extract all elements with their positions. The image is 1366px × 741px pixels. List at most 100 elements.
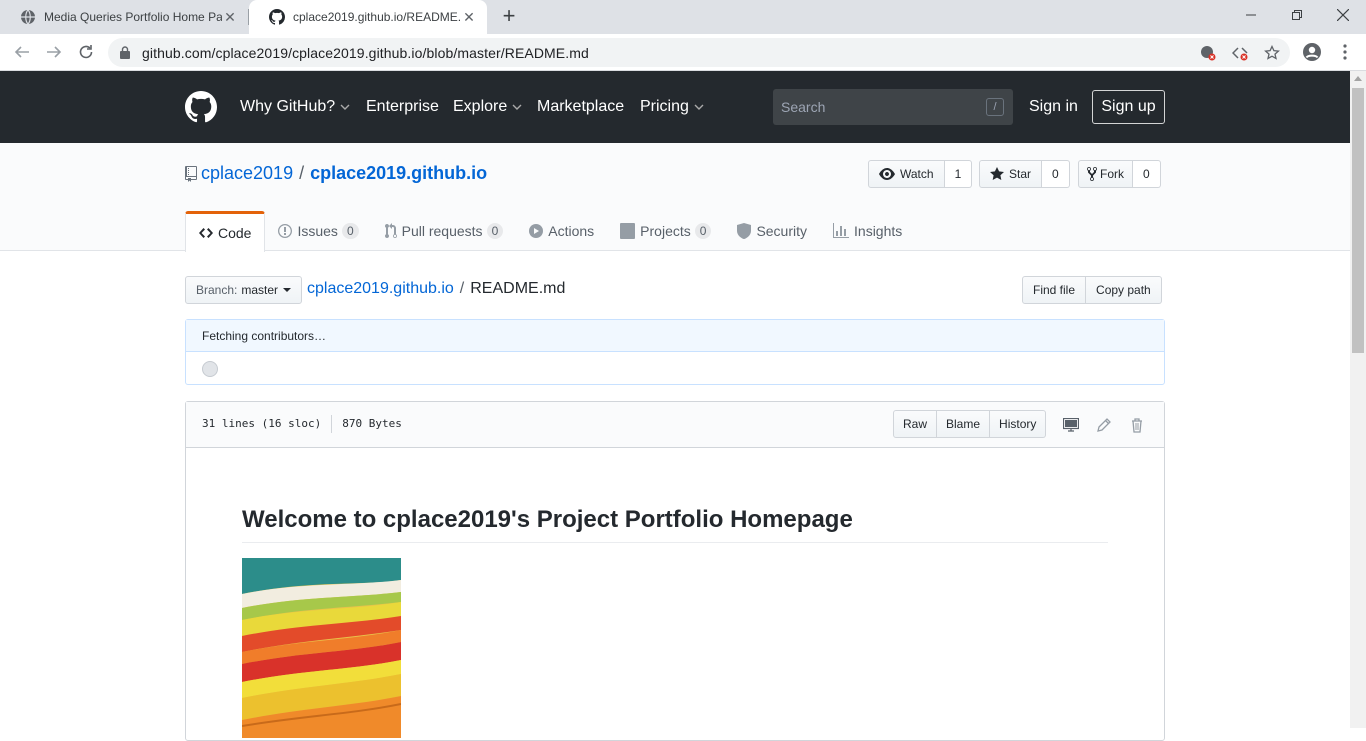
sign-up-button[interactable]: Sign up (1092, 90, 1165, 124)
tab-pull-requests[interactable]: Pull requests 0 (372, 211, 517, 251)
breadcrumb: cplace2019.github.io / README.md (307, 280, 565, 298)
blocked-cookies-icon[interactable] (1200, 45, 1216, 61)
raw-button[interactable]: Raw (893, 410, 938, 438)
address-bar[interactable]: github.com/cplace2019/cplace2019.github.… (108, 38, 1290, 67)
readme-heading: Welcome to cplace2019's Project Portfoli… (242, 506, 1108, 543)
bookmark-star-icon[interactable] (1264, 45, 1280, 61)
scrollbar-thumb[interactable] (1352, 88, 1364, 353)
github-icon (269, 9, 285, 25)
issue-icon (278, 224, 293, 238)
tab-label: Security (756, 223, 808, 239)
star-icon (990, 167, 1004, 180)
eye-icon (879, 168, 895, 180)
restore-icon[interactable] (1274, 0, 1320, 30)
repo-name-link[interactable]: cplace2019.github.io (310, 163, 487, 184)
star-group: Star 0 (979, 160, 1070, 188)
watch-count[interactable]: 1 (944, 160, 973, 188)
search-hotkey-badge: / (986, 98, 1004, 116)
chevron-down-icon (694, 104, 704, 110)
nav-explore[interactable]: Explore (453, 98, 522, 116)
tab-label: Projects (640, 223, 691, 239)
window-close-icon[interactable] (1320, 0, 1366, 30)
branch-name: master (241, 283, 279, 297)
tab-projects[interactable]: Projects 0 (607, 211, 724, 251)
nav-pricing[interactable]: Pricing (640, 98, 704, 116)
nav-why-github[interactable]: Why GitHub? (240, 98, 350, 116)
repo-nav: Code Issues 0 Pull requests 0 Actions Pr… (185, 211, 915, 252)
fork-button[interactable]: Fork (1078, 160, 1133, 188)
breadcrumb-file: README.md (470, 280, 566, 297)
star-button[interactable]: Star (979, 160, 1043, 188)
issues-counter: 0 (341, 223, 359, 239)
copy-path-button[interactable]: Copy path (1086, 276, 1162, 304)
reload-icon[interactable] (76, 42, 96, 62)
tab-label: Pull requests (401, 223, 483, 239)
page-scrollbar[interactable] (1350, 71, 1366, 728)
browser-tab-readme[interactable]: cplace2019.github.io/README.m ✕ (249, 0, 487, 34)
pulls-counter: 0 (486, 223, 504, 239)
stacked-paper-image (242, 558, 401, 738)
nav-marketplace[interactable]: Marketplace (537, 98, 624, 116)
close-icon[interactable]: ✕ (222, 9, 238, 25)
pencil-icon[interactable] (1095, 416, 1113, 434)
trash-icon[interactable] (1128, 416, 1146, 434)
sign-in-link[interactable]: Sign in (1029, 98, 1078, 116)
blame-button[interactable]: Blame (937, 410, 991, 438)
chevron-down-icon (512, 104, 522, 110)
watch-label: Watch (900, 167, 934, 181)
close-icon[interactable]: ✕ (461, 9, 477, 25)
profile-icon[interactable] (1302, 42, 1322, 62)
find-file-button[interactable]: Find file (1022, 276, 1087, 304)
browser-toolbar: github.com/cplace2019/cplace2019.github.… (0, 34, 1366, 71)
file-info: 31 lines (16 sloc) 870 Bytes (202, 415, 402, 433)
watch-button[interactable]: Watch (868, 160, 945, 188)
lock-icon (120, 46, 130, 59)
scroll-up-icon[interactable] (1354, 76, 1362, 81)
dropdown-caret-icon (283, 288, 292, 292)
repo-owner-link[interactable]: cplace2019 (201, 163, 293, 184)
avatar[interactable] (202, 361, 218, 377)
branch-select-button[interactable]: Branch: master (185, 276, 303, 304)
tab-label: Actions (548, 223, 595, 239)
projects-counter: 0 (694, 223, 712, 239)
forward-icon[interactable] (44, 42, 64, 62)
fork-group: Fork 0 (1078, 160, 1161, 188)
tab-issues[interactable]: Issues 0 (265, 211, 371, 251)
menu-kebab-icon[interactable] (1335, 42, 1355, 62)
tab-security[interactable]: Security (724, 211, 820, 251)
file-size: 870 Bytes (342, 417, 402, 430)
tab-actions[interactable]: Actions (516, 211, 607, 251)
star-count[interactable]: 0 (1042, 160, 1070, 188)
commit-tease: Fetching contributors… (185, 319, 1165, 385)
url-text: github.com/cplace2019/cplace2019.github.… (142, 45, 589, 61)
history-button[interactable]: History (990, 410, 1047, 438)
search-input[interactable] (773, 89, 1013, 125)
tab-label: Code (218, 225, 252, 241)
code-icon (199, 228, 213, 238)
tab-insights[interactable]: Insights (820, 211, 915, 251)
desktop-icon[interactable] (1062, 416, 1080, 434)
nav-enterprise[interactable]: Enterprise (366, 98, 439, 116)
tab-code[interactable]: Code (185, 211, 266, 252)
watch-group: Watch 1 (868, 160, 973, 188)
tab-title: Media Queries Portfolio Home Pa (44, 10, 222, 24)
globe-icon (21, 9, 35, 25)
tab-label: Insights (854, 223, 903, 239)
repo-header: cplace2019 / cplace2019.github.io Watch … (0, 143, 1350, 252)
github-header: Why GitHub? Enterprise Explore Marketpla… (0, 71, 1350, 143)
breadcrumb-root-link[interactable]: cplace2019.github.io (307, 280, 454, 298)
search-box: / (773, 89, 1013, 125)
repo-title: cplace2019 / cplace2019.github.io (185, 163, 487, 184)
graph-icon (833, 223, 850, 238)
new-tab-icon[interactable]: + (498, 5, 520, 28)
back-icon[interactable] (12, 42, 32, 62)
github-logo-icon[interactable] (185, 91, 217, 123)
project-icon (620, 223, 636, 239)
fork-count[interactable]: 0 (1133, 160, 1161, 188)
chevron-down-icon (340, 104, 350, 110)
fork-icon (1087, 167, 1097, 181)
blocked-script-icon[interactable] (1232, 45, 1248, 61)
browser-tab-strip: Media Queries Portfolio Home Pa ✕ cplace… (0, 0, 1366, 34)
minimize-icon[interactable] (1228, 0, 1274, 30)
browser-tab-portfolio[interactable]: Media Queries Portfolio Home Pa ✕ (0, 0, 248, 34)
